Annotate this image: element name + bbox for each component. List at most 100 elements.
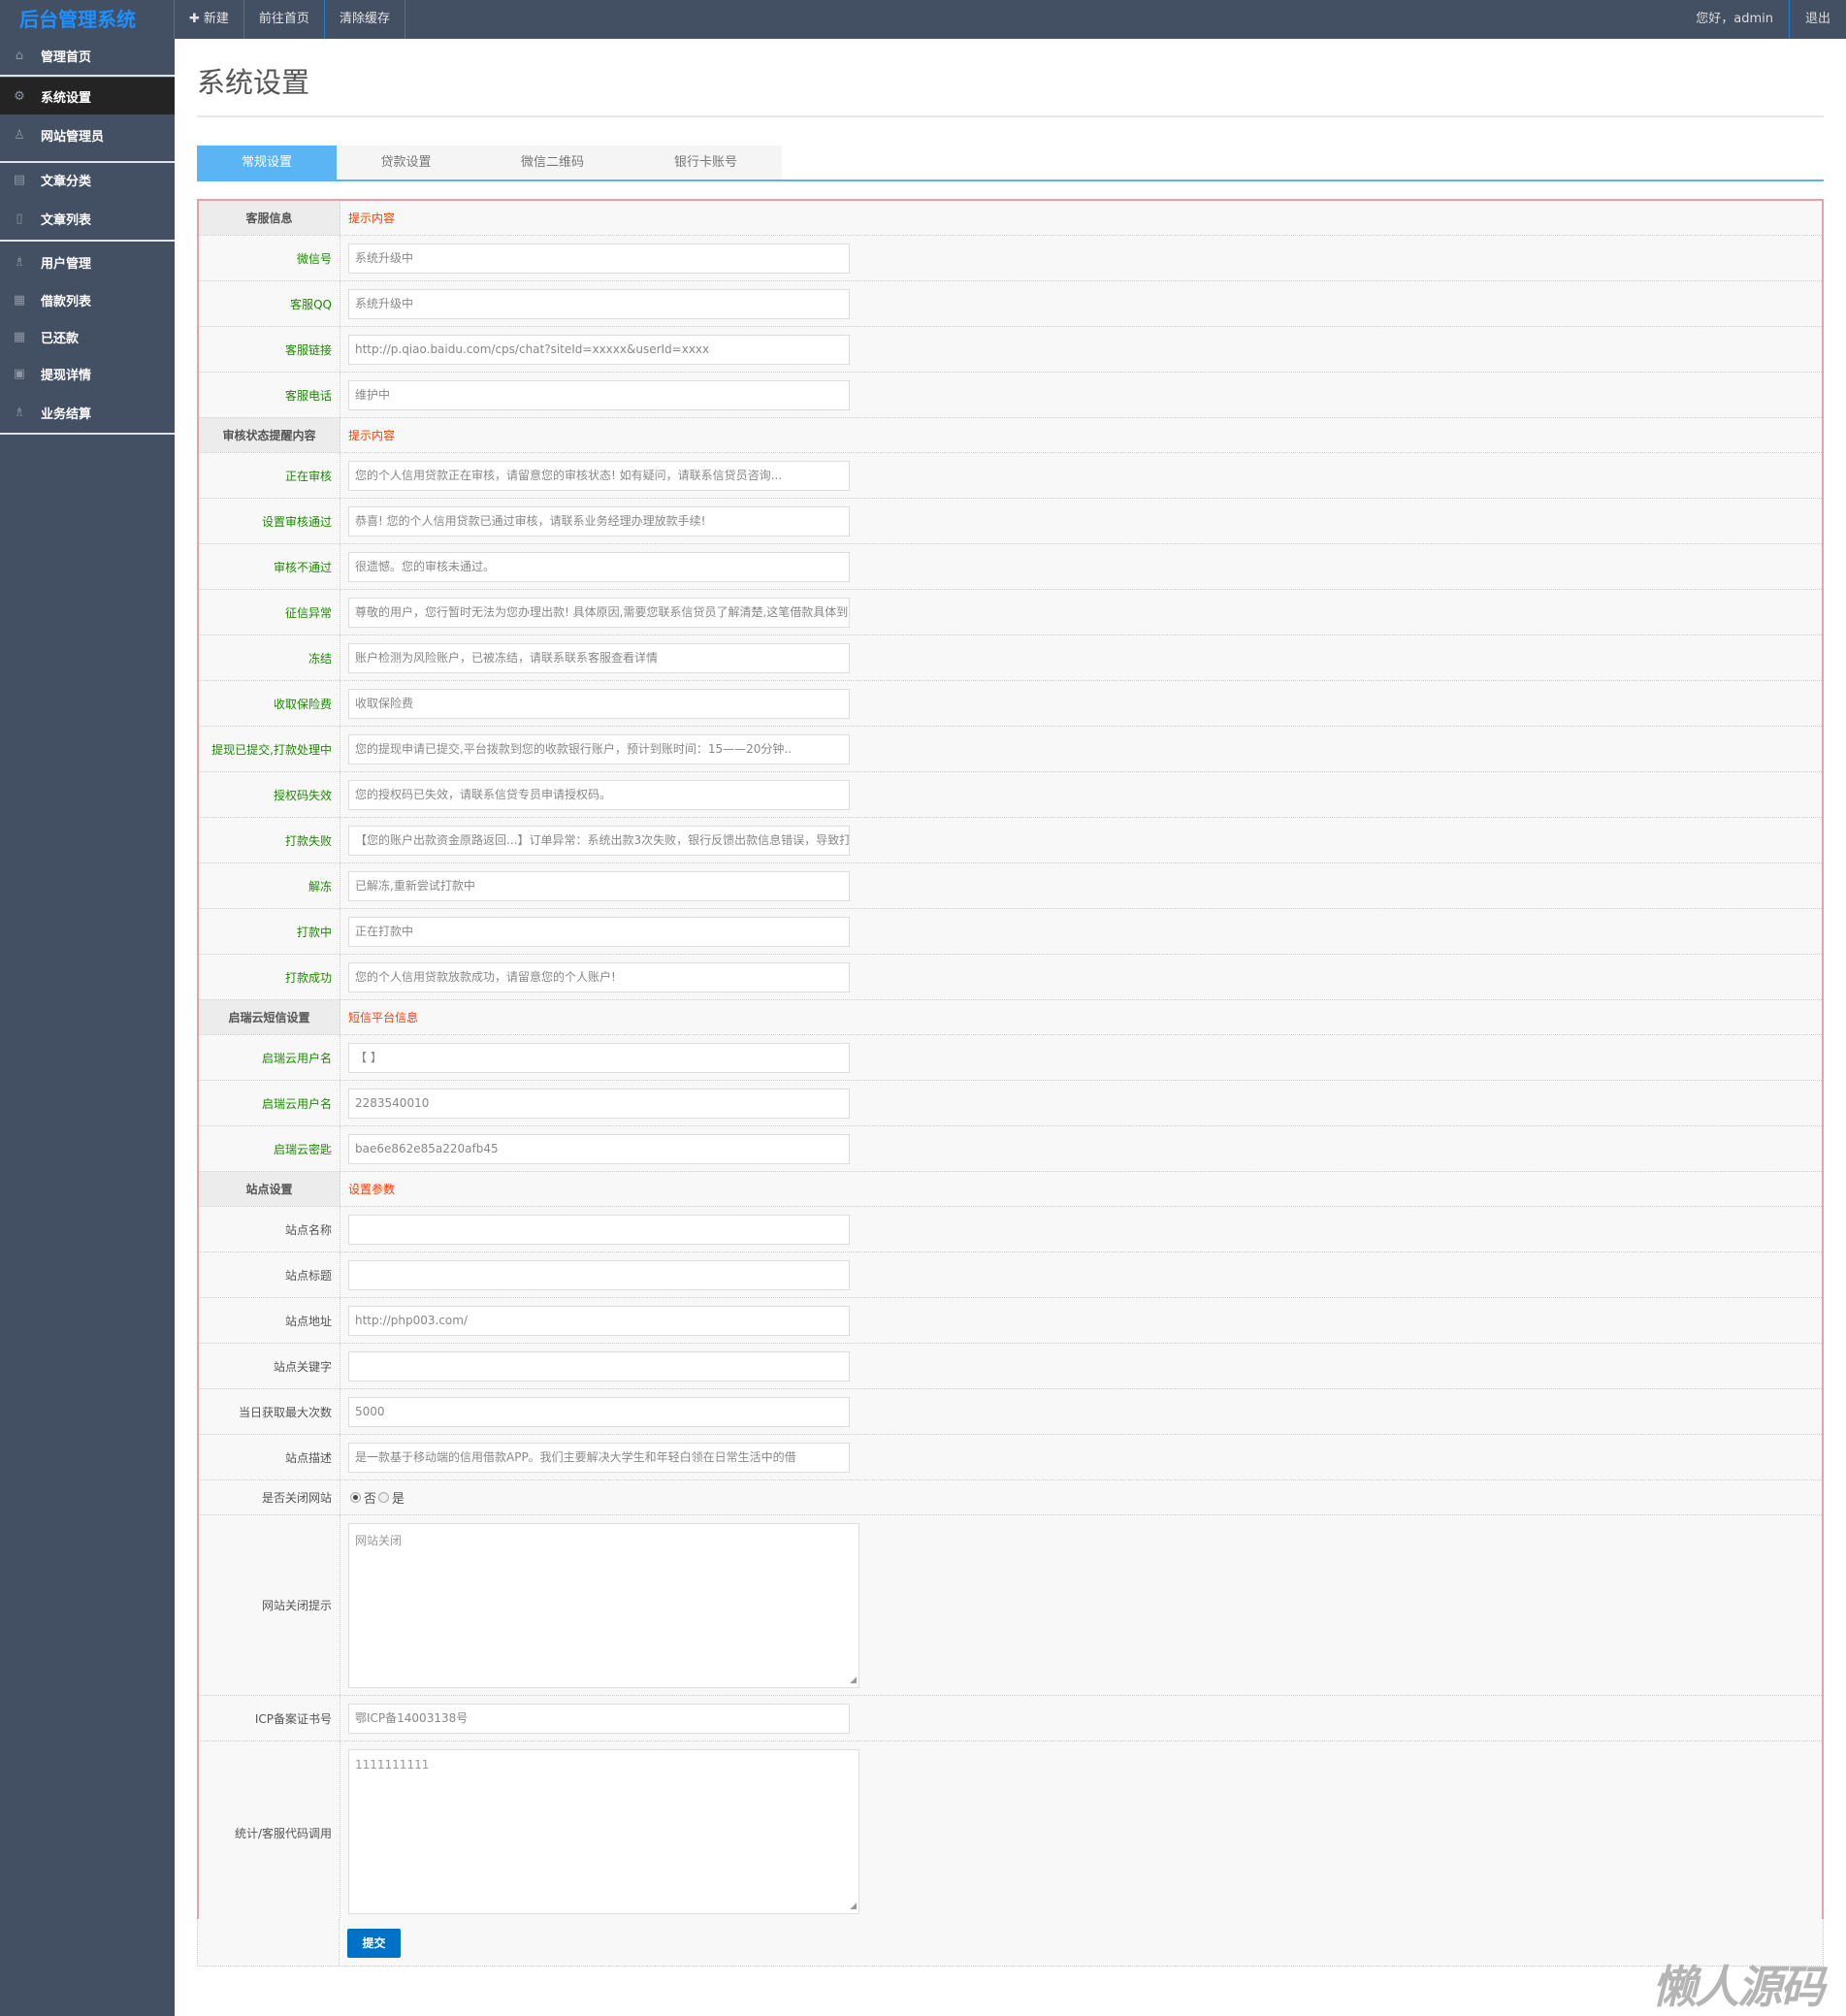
logout-button[interactable]: 退出 xyxy=(1788,0,1846,39)
form-row: 收取保险费 收取保险费 xyxy=(199,681,1822,727)
text-input[interactable]: 已解冻,重新尝试打款中 xyxy=(348,870,850,901)
text-input[interactable]: 账户检测为风险账户，已被冻结，请联系联系客服查看详情 xyxy=(348,642,850,673)
field-label: 站点标题 xyxy=(199,1252,340,1297)
form-row: 站点标题 xyxy=(199,1252,1822,1298)
text-input[interactable]: 系统升级中 xyxy=(348,243,850,274)
section-hint: 短信平台信息 xyxy=(348,1011,419,1024)
sidebar-item-9[interactable]: ▣ 提现详情 xyxy=(0,355,175,392)
text-input[interactable]: http://php003.com/ xyxy=(348,1305,850,1336)
radio-no[interactable] xyxy=(350,1492,361,1503)
field-value: 恭喜! 您的个人信用贷款已通过审核，请联系业务经理办理放款手续! xyxy=(340,499,1822,543)
form-row: 客服链接 http://p.qiao.baidu.com/cps/chat?sit… xyxy=(199,327,1822,373)
text-input[interactable]: 很遗憾。您的审核未通过。 xyxy=(348,551,850,582)
text-input[interactable]: 恭喜! 您的个人信用贷款已通过审核，请联系业务经理办理放款手续! xyxy=(348,505,850,537)
sidebar-item-1[interactable]: ⌂ 管理首页 xyxy=(0,39,175,73)
field-label: 打款成功 xyxy=(199,955,340,999)
resize-grip-icon[interactable]: ◢ xyxy=(850,1902,857,1911)
section-header: 启瑞云短信设置 短信平台信息 xyxy=(199,1000,1822,1035)
text-input[interactable]: 您的个人信用贷款放款成功，请留意您的个人账户! xyxy=(348,961,850,992)
text-input[interactable] xyxy=(348,1259,850,1290)
user-icon: ♙ xyxy=(14,127,25,143)
field-label: 当日获取最大次数 xyxy=(199,1389,340,1434)
field-value: 是一款基于移动端的信用借款APP。我们主要解决大学生和年轻白领在日常生活中的借 xyxy=(340,1435,1822,1479)
radio-yes[interactable] xyxy=(378,1492,390,1503)
go-home-button[interactable]: 前往首页 xyxy=(244,0,325,39)
form-row: 提现已提交,打款处理中 您的提现申请已提交,平台拨款到您的收款银行账户，预计到账时… xyxy=(199,727,1822,772)
section-hint: 设置参数 xyxy=(348,1183,396,1196)
file-icon: ▯ xyxy=(16,211,23,226)
watermark-logo: 懒人源码 xyxy=(1652,1961,1825,2013)
field-label: 站点地址 xyxy=(199,1298,340,1343)
section-header: 站点设置 设置参数 xyxy=(199,1172,1822,1207)
text-input[interactable]: 您的提现申请已提交,平台拨款到您的收款银行账户，预计到账时间：15——20分钟.… xyxy=(348,733,850,764)
text-input[interactable]: 系统升级中 xyxy=(348,288,850,319)
sidebar-item-2[interactable]: ⚙ 系统设置 xyxy=(0,78,175,114)
new-label: 新建 xyxy=(203,12,229,26)
tab-wechat-qr[interactable]: 微信二维码 xyxy=(475,146,630,179)
sidebar-item-4[interactable]: ▤ 文章分类 xyxy=(0,161,175,198)
field-label: 客服电话 xyxy=(199,373,340,417)
text-input[interactable]: 收取保险费 xyxy=(348,688,850,719)
text-input[interactable]: http://p.qiao.baidu.com/cps/chat?siteId=… xyxy=(348,334,850,365)
text-input[interactable]: 尊敬的用户，您行暂时无法为您办理出款! 具体原因,需要您联系信贷员了解清楚,这笔… xyxy=(348,597,850,628)
text-input[interactable]: 您的个人信用贷款正在审核，请留意您的审核状态! 如有疑问，请联系信贷员咨询... xyxy=(348,460,850,491)
resize-grip-icon[interactable]: ◢ xyxy=(850,1675,857,1685)
form-row: 站点描述 是一款基于移动端的信用借款APP。我们主要解决大学生和年轻白领在日常生… xyxy=(199,1435,1822,1480)
text-input[interactable]: 2283540010 xyxy=(348,1088,850,1119)
text-input[interactable]: 【 】 xyxy=(348,1042,850,1073)
text-input[interactable] xyxy=(348,1350,850,1382)
settings-form: 客服信息 提示内容 微信号 系统升级中 客服QQ 系统升级中 客服链接 http://p.qi… xyxy=(197,199,1824,1926)
submit-button[interactable]: 提交 xyxy=(347,1929,401,1958)
text-input[interactable]: 您的授权码已失效，请联系信贷专员申请授权码。 xyxy=(348,779,850,810)
textarea-text: 1111111111 xyxy=(355,1758,430,1772)
tab-loan[interactable]: 贷款设置 xyxy=(337,146,475,179)
sidebar-item-label: 已还款 xyxy=(41,331,80,346)
text-input[interactable]: bae6e862e85a220afb45 xyxy=(348,1133,850,1164)
submit-row: 提交 xyxy=(197,1919,1824,1967)
sidebar-item-6[interactable]: ♗ 用户管理 xyxy=(0,243,175,281)
field-label: 统计/客服代码调用 xyxy=(199,1741,340,1924)
grid-icon: ▦ xyxy=(13,329,26,344)
field-label: 授权码失效 xyxy=(199,772,340,817)
section-header: 审核状态提醒内容 提示内容 xyxy=(199,418,1822,453)
sidebar-item-7[interactable]: ▦ 借款列表 xyxy=(0,281,175,318)
text-input[interactable]: 鄂ICP备14003138号 xyxy=(348,1703,850,1734)
field-value: 已解冻,重新尝试打款中 xyxy=(340,863,1822,908)
field-label: 提现已提交,打款处理中 xyxy=(199,727,340,771)
sidebar-item-label: 文章分类 xyxy=(41,174,92,189)
sidebar-item-label: 管理首页 xyxy=(41,50,92,65)
field-label: 启瑞云用户名 xyxy=(199,1035,340,1080)
text-input[interactable]: 维护中 xyxy=(348,379,850,410)
field-label: 客服QQ xyxy=(199,281,340,326)
field-label: 收取保险费 xyxy=(199,681,340,726)
sidebar-divider xyxy=(0,75,175,77)
text-input[interactable] xyxy=(348,1214,850,1245)
field-value: 鄂ICP备14003138号 xyxy=(340,1696,1822,1740)
text-input[interactable]: 正在打款中 xyxy=(348,916,850,947)
field-value: 系统升级中 xyxy=(340,281,1822,326)
new-button[interactable]: ✚ 新建 xyxy=(175,0,244,39)
sidebar-item-5[interactable]: ▯ 文章列表 xyxy=(0,198,175,239)
form-row: 审核不通过 很遗憾。您的审核未通过。 xyxy=(199,544,1822,590)
text-input[interactable]: 5000 xyxy=(348,1396,850,1427)
form-row: 客服QQ 系统升级中 xyxy=(199,281,1822,327)
section-title: 审核状态提醒内容 xyxy=(199,418,340,452)
sidebar-item-10[interactable]: ♗ 业务结算 xyxy=(0,392,175,433)
text-input[interactable]: 【您的账户出款资金原路返回...】订单异常：系统出款3次失败，银行反馈出款信息错… xyxy=(348,825,850,856)
tab-general[interactable]: 常规设置 xyxy=(197,146,337,179)
clear-cache-button[interactable]: 清除缓存 xyxy=(325,0,405,39)
form-row: 是否关闭网站否是 xyxy=(199,1480,1822,1515)
field-label: 打款失败 xyxy=(199,818,340,862)
textarea-field[interactable]: 1111111111 ◢ xyxy=(348,1749,859,1914)
sidebar-item-3[interactable]: ♙ 网站管理员 xyxy=(0,114,175,155)
textarea-field[interactable]: 网站关闭 ◢ xyxy=(348,1523,859,1688)
text-input[interactable]: 是一款基于移动端的信用借款APP。我们主要解决大学生和年轻白领在日常生活中的借 xyxy=(348,1442,850,1473)
field-value: 【 】 xyxy=(340,1035,1822,1080)
field-label: 站点描述 xyxy=(199,1435,340,1479)
field-label: 站点名称 xyxy=(199,1207,340,1252)
tab-bank-card[interactable]: 银行卡账号 xyxy=(630,146,782,179)
field-value: 收取保险费 xyxy=(340,681,1822,726)
sidebar-item-8[interactable]: ▦ 已还款 xyxy=(0,318,175,355)
form-row: 授权码失效 您的授权码已失效，请联系信贷专员申请授权码。 xyxy=(199,772,1822,818)
app-logo[interactable]: 后台管理系统 xyxy=(0,0,175,39)
